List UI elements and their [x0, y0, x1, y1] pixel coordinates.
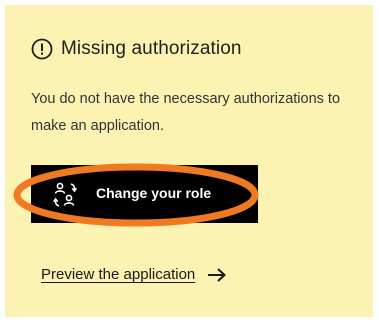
alert-title: Missing authorization: [61, 38, 242, 59]
preview-link-label: Preview the application: [41, 266, 196, 283]
arrow-right-icon: [208, 267, 227, 282]
alert-message: You do not have the necessary authorizat…: [31, 91, 341, 134]
exclamation-circle-icon: [31, 38, 53, 60]
alert-header: Missing authorization: [31, 36, 242, 62]
preview-application-link[interactable]: Preview the application: [41, 266, 227, 283]
switch-user-icon: [53, 182, 77, 207]
change-role-button-label: Change your role: [96, 185, 212, 201]
change-role-button[interactable]: Change your role: [31, 165, 258, 223]
